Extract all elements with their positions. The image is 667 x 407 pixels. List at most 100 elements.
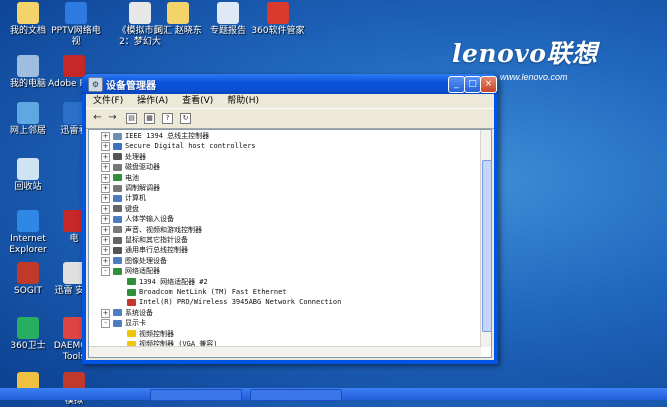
tree-view-icon[interactable]: ▦ xyxy=(144,113,155,124)
expand-toggle[interactable]: + xyxy=(101,184,110,193)
expand-toggle[interactable]: + xyxy=(101,204,110,214)
device-icon xyxy=(113,205,122,213)
desktop-icon-label: SOGIT xyxy=(14,286,42,296)
360mgr-icon xyxy=(267,2,289,24)
device-label: 计算机 xyxy=(125,194,146,203)
device-icon xyxy=(127,330,136,338)
device-category[interactable]: 调制解调器 xyxy=(113,183,160,193)
device-category[interactable]: 键盘 xyxy=(113,204,139,214)
device-label: 键盘 xyxy=(125,204,139,213)
device-icon xyxy=(113,142,122,150)
device-item[interactable]: Intel(R) PRO/Wireless 3945ABG Network Co… xyxy=(127,297,341,307)
scorm-icon xyxy=(17,262,39,284)
expand-toggle[interactable]: + xyxy=(101,142,110,152)
desktop-icon-pptv[interactable]: PPTV网络电视 xyxy=(48,2,104,48)
expand-toggle[interactable]: + xyxy=(101,256,110,266)
device-category[interactable]: 网络适配器 xyxy=(113,266,160,276)
device-label: 调制解调器 xyxy=(125,184,160,192)
desktop-icon-label: 词汇 赵晓东 xyxy=(154,26,202,36)
device-label: Intel(R) PRO/Wireless 3945ABG Network Co… xyxy=(139,298,342,307)
device-label: 显示卡 xyxy=(125,319,146,328)
desktop-icon-label: 360软件管家 xyxy=(251,26,305,36)
expand-toggle[interactable]: + xyxy=(101,152,110,162)
horizontal-scrollbar[interactable] xyxy=(89,346,481,357)
device-category[interactable]: 图像处理设备 xyxy=(113,256,167,266)
expand-toggle[interactable]: + xyxy=(101,163,110,173)
device-icon xyxy=(113,184,122,192)
help-icon[interactable]: ? xyxy=(162,113,173,124)
device-category[interactable]: 磁盘驱动器 xyxy=(113,162,160,172)
forward-icon[interactable]: → xyxy=(106,112,119,124)
expand-toggle[interactable]: + xyxy=(101,246,110,256)
device-category[interactable]: 电池 xyxy=(113,173,139,183)
my-pc-icon xyxy=(17,55,39,77)
device-icon xyxy=(113,257,122,265)
device-tree: 视频控制器 (VGA 兼容) 视频控制器 显示卡 - 系统设备 + Intel(R) PRO… xyxy=(88,129,492,358)
properties-icon[interactable]: ▤ xyxy=(126,113,137,124)
taskbar-button[interactable] xyxy=(250,389,342,401)
device-category[interactable]: IEEE 1394 总线主控制器 xyxy=(113,131,209,141)
maximize-button[interactable]: □ xyxy=(464,76,481,93)
device-item[interactable]: 视频控制器 xyxy=(127,329,174,339)
device-icon xyxy=(113,194,122,202)
device-label: 电池 xyxy=(125,173,139,182)
device-category[interactable]: 系统设备 xyxy=(113,308,153,318)
expand-toggle[interactable]: + xyxy=(101,225,110,235)
desktop-icon-label: 我的电脑 xyxy=(9,79,46,89)
device-label: 系统设备 xyxy=(125,308,153,317)
device-category[interactable]: 人体学输入设备 xyxy=(113,214,174,224)
device-label: IEEE 1394 总线主控制器 xyxy=(125,132,210,140)
lenovo-logo: lenovo联想 xyxy=(452,39,598,68)
device-category[interactable]: Secure Digital host controllers xyxy=(113,141,256,151)
device-item[interactable]: Broadcom NetLink (TM) Fast Ethernet xyxy=(127,287,287,297)
menu-action[interactable]: 操作(A) xyxy=(137,96,168,106)
close-button[interactable]: × xyxy=(480,76,497,93)
window-client: 文件(F) 操作(A) 查看(V) 帮助(H) ← → ▤ ▦ ? ↻ 视频控制… xyxy=(86,94,494,360)
device-icon xyxy=(113,132,122,140)
menu-file[interactable]: 文件(F) xyxy=(93,96,123,106)
device-category[interactable]: 处理器 xyxy=(113,152,146,162)
device-category[interactable]: 鼠标和其它指针设备 xyxy=(113,235,188,245)
device-category[interactable]: 计算机 xyxy=(113,193,146,203)
device-item[interactable]: 1394 网络适配器 #2 xyxy=(127,277,208,287)
device-manager-window[interactable]: ⚙ 设备管理器 _ □ × 文件(F) 操作(A) 查看(V) 帮助(H) ← … xyxy=(82,74,498,364)
window-title: 设备管理器 xyxy=(106,81,156,92)
device-category[interactable]: 显示卡 xyxy=(113,318,146,328)
device-icon xyxy=(113,226,122,234)
expand-toggle[interactable]: + xyxy=(101,132,110,141)
desktop-icon-cihui[interactable]: 词汇 赵晓东 xyxy=(150,2,206,37)
desktop-icon-report[interactable]: 专题报告 xyxy=(200,2,256,37)
minimize-button[interactable]: _ xyxy=(448,76,465,93)
device-icon xyxy=(113,215,122,223)
window-titlebar[interactable]: ⚙ 设备管理器 _ □ × xyxy=(82,74,498,94)
scrollbar-thumb[interactable] xyxy=(482,160,491,332)
report-icon xyxy=(217,2,239,24)
pptv-icon xyxy=(65,2,87,24)
menu-help[interactable]: 帮助(H) xyxy=(227,96,259,106)
device-category[interactable]: 通用串行总线控制器 xyxy=(113,245,188,255)
360guard-icon xyxy=(17,317,39,339)
taskbar-button[interactable] xyxy=(150,389,242,401)
device-label: 视频控制器 xyxy=(139,329,174,338)
device-icon xyxy=(113,246,122,254)
collapse-toggle[interactable]: - xyxy=(101,267,110,277)
expand-toggle[interactable]: + xyxy=(101,194,110,204)
device-icon xyxy=(113,236,122,244)
expand-toggle[interactable]: + xyxy=(101,308,110,318)
desktop-icon-recycle[interactable]: 回收站 xyxy=(0,158,56,193)
device-category[interactable]: 声音、视频和游戏控制器 xyxy=(113,225,202,235)
neighbors-icon xyxy=(17,102,39,124)
device-label: 磁盘驱动器 xyxy=(125,163,160,172)
back-icon[interactable]: ← xyxy=(91,112,104,124)
expand-toggle[interactable]: + xyxy=(101,215,110,225)
vertical-scrollbar[interactable] xyxy=(480,130,491,347)
expand-toggle[interactable]: + xyxy=(101,173,110,183)
device-label: Broadcom NetLink (TM) Fast Ethernet xyxy=(139,288,287,296)
collapse-toggle[interactable]: - xyxy=(101,319,110,329)
menu-view[interactable]: 查看(V) xyxy=(182,96,213,106)
desktop-icon-360mgr[interactable]: 360软件管家 xyxy=(250,2,306,37)
expand-toggle[interactable]: + xyxy=(101,236,110,245)
desktop-icon-label: Internet Explorer xyxy=(9,234,47,255)
desktop-icon-label: 360卫士 xyxy=(10,341,46,351)
refresh-icon[interactable]: ↻ xyxy=(180,113,191,124)
